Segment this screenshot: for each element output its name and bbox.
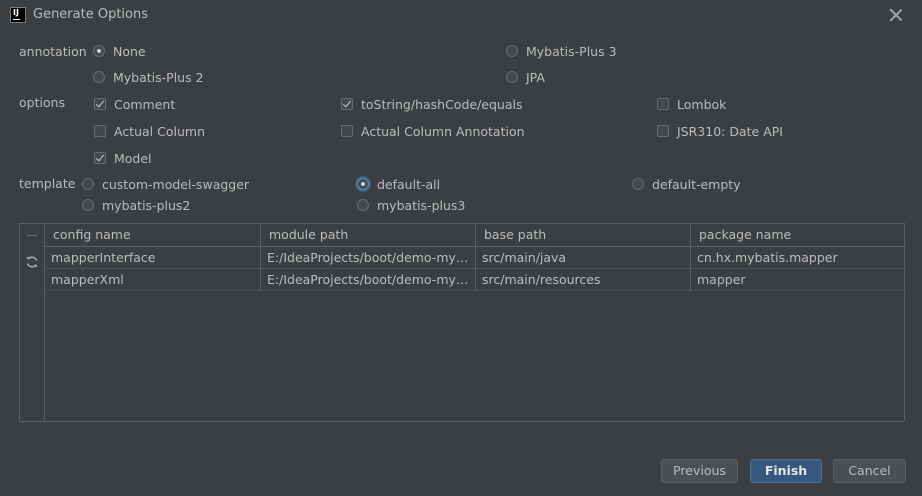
template-option-label: mybatis-plus2	[102, 197, 191, 213]
cancel-button[interactable]: Cancel	[833, 459, 906, 483]
close-icon[interactable]	[886, 6, 906, 24]
annotation-option-label: None	[113, 43, 146, 59]
intellij-app-icon: IJ	[10, 7, 26, 23]
checkbox-label: toString/hashCode/equals	[361, 96, 523, 112]
radio-icon	[82, 199, 94, 211]
template-option-label: default-empty	[652, 176, 741, 192]
template-option-label: mybatis-plus3	[377, 197, 466, 213]
annotation-radio-mybatis-plus-2[interactable]: Mybatis-Plus 2	[93, 67, 204, 87]
table-cell[interactable]: cn.hx.mybatis.mapper	[691, 247, 906, 269]
radio-icon	[93, 71, 105, 83]
annotation-radio-mybatis-plus-3[interactable]: Mybatis-Plus 3	[506, 41, 617, 61]
column-header-base-path[interactable]: base path	[476, 224, 691, 247]
checkbox-actual-column[interactable]: Actual Column	[94, 121, 205, 141]
template-option-label: custom-model-swagger	[102, 176, 250, 192]
template-option-label: default-all	[377, 176, 441, 192]
template-radio-mybatis-plus2[interactable]: mybatis-plus2	[82, 195, 190, 215]
checkbox-label: Lombok	[677, 96, 727, 112]
radio-icon	[506, 45, 518, 57]
radio-icon	[357, 199, 369, 211]
annotation-option-label: Mybatis-Plus 2	[113, 69, 204, 85]
template-radio-custom-model-swagger[interactable]: custom-model-swagger	[82, 174, 249, 194]
table-cell[interactable]: E:/IdeaProjects/boot/demo-myba...	[261, 269, 476, 291]
table-cell[interactable]: mapperInterface	[45, 247, 261, 269]
checkbox-checked-icon	[94, 98, 106, 110]
checkbox-label: Actual Column	[114, 123, 206, 139]
annotation-radio-none[interactable]: None	[93, 41, 146, 61]
options-label: options	[19, 95, 66, 110]
radio-selected-icon	[357, 178, 369, 190]
radio-selected-icon	[93, 45, 105, 57]
table-header: config name module path base path packag…	[45, 224, 906, 247]
title-bar: IJ Generate Options	[0, 0, 922, 30]
table-toolbar	[20, 224, 45, 421]
table-row[interactable]: mapperInterface E:/IdeaProjects/boot/dem…	[45, 247, 906, 269]
checkbox-checked-icon	[341, 98, 353, 110]
annotation-option-label: Mybatis-Plus 3	[526, 43, 617, 59]
template-radio-default-empty[interactable]: default-empty	[632, 174, 741, 194]
checkbox-label: Model	[114, 150, 152, 166]
checkbox-icon	[94, 125, 106, 137]
radio-icon	[632, 178, 644, 190]
table-cell[interactable]: mapper	[691, 269, 906, 291]
finish-button[interactable]: Finish	[750, 459, 822, 483]
dialog-title: Generate Options	[33, 7, 149, 22]
annotation-option-label: JPA	[526, 69, 545, 85]
checkbox-lombok[interactable]: Lombok	[657, 94, 726, 114]
checkbox-comment[interactable]: Comment	[94, 94, 175, 114]
radio-icon	[506, 71, 518, 83]
refresh-icon[interactable]	[25, 255, 39, 269]
table-cell[interactable]: src/main/resources	[476, 269, 691, 291]
previous-button[interactable]: Previous	[661, 459, 738, 483]
table-grid: config name module path base path packag…	[45, 224, 906, 291]
config-table: config name module path base path packag…	[19, 223, 906, 422]
column-header-package-name[interactable]: package name	[691, 224, 906, 247]
checkbox-label: Comment	[114, 96, 176, 112]
checkbox-icon	[657, 98, 669, 110]
radio-icon	[82, 178, 94, 190]
checkbox-label: Actual Column Annotation	[361, 123, 525, 139]
column-header-config-name[interactable]: config name	[45, 224, 261, 247]
annotation-radio-jpa[interactable]: JPA	[506, 67, 545, 87]
remove-row-icon[interactable]	[27, 235, 37, 236]
column-header-module-path[interactable]: module path	[261, 224, 476, 247]
checkbox-icon	[341, 125, 353, 137]
template-radio-mybatis-plus3[interactable]: mybatis-plus3	[357, 195, 465, 215]
checkbox-icon	[657, 125, 669, 137]
checkbox-actual-column-annotation[interactable]: Actual Column Annotation	[341, 121, 525, 141]
template-label: template	[19, 176, 76, 191]
annotation-label: annotation	[19, 44, 87, 59]
checkbox-jsr310-date-api[interactable]: JSR310: Date API	[657, 121, 783, 141]
table-cell[interactable]: E:/IdeaProjects/boot/demo-myba...	[261, 247, 476, 269]
checkbox-model[interactable]: Model	[94, 148, 152, 168]
checkbox-tostring-hashcode-equals[interactable]: toString/hashCode/equals	[341, 94, 523, 114]
table-row[interactable]: mapperXml E:/IdeaProjects/boot/demo-myba…	[45, 269, 906, 291]
checkbox-label: JSR310: Date API	[677, 123, 783, 139]
app-icon-text: IJ	[13, 8, 19, 17]
checkbox-checked-icon	[94, 152, 106, 164]
table-cell[interactable]: src/main/java	[476, 247, 691, 269]
table-cell[interactable]: mapperXml	[45, 269, 261, 291]
template-radio-default-all[interactable]: default-all	[357, 174, 440, 194]
